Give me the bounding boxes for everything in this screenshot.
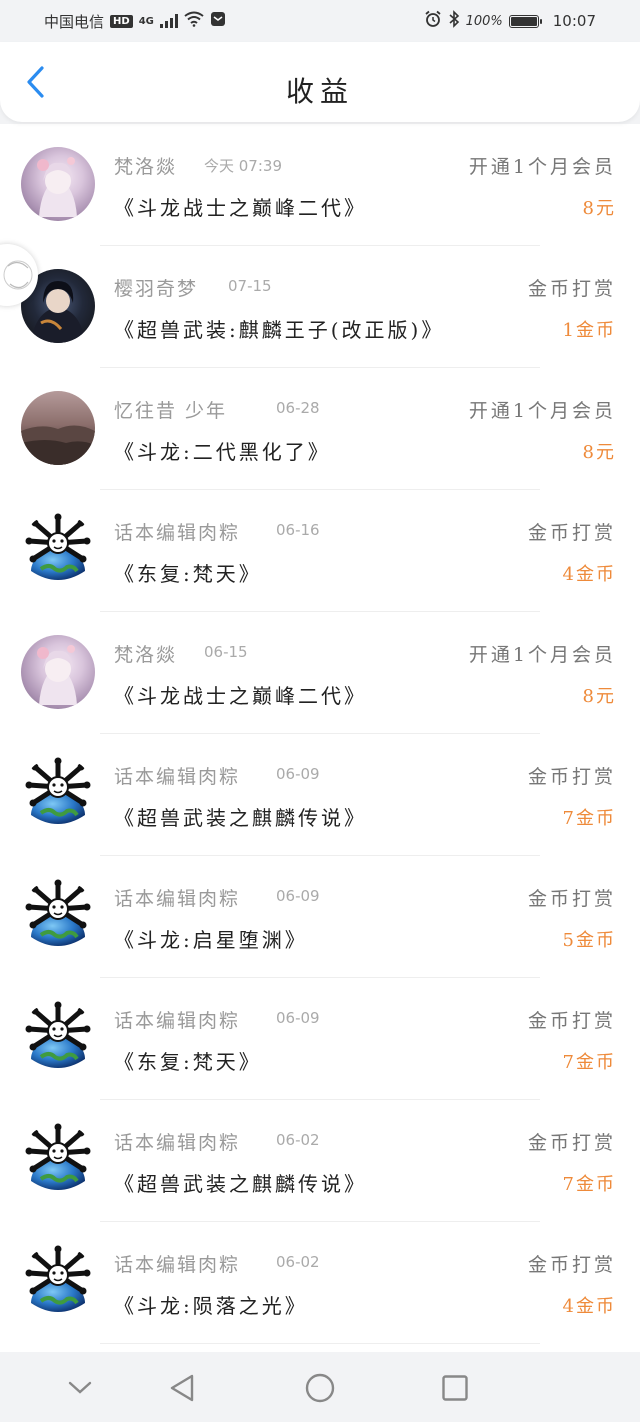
earning-row[interactable]: 梵洛燚 06-15 开通1个月会员《斗龙战士之巅峰二代》 8元 — [0, 612, 640, 734]
page-title: 收益 — [285, 75, 354, 108]
user-name: 话本编辑肉粽 — [114, 1254, 241, 1276]
home-circle-icon — [305, 1373, 335, 1403]
status-bar: 中国电信 HD 4G 100% 10:07 — [0, 0, 640, 42]
earning-row[interactable]: 话本编辑肉粽 06-09 金币打赏《斗龙:启星堕渊》 5金币 — [0, 856, 640, 978]
reward-type: 金币打赏 — [527, 522, 616, 544]
earning-row[interactable]: 梵洛燚 今天 07:39 开通1个月会员《斗龙战士之巅峰二代》 8元 — [0, 124, 640, 246]
user-name: 话本编辑肉粽 — [114, 522, 241, 544]
user-avatar[interactable] — [21, 879, 95, 953]
earning-amount: 1金币 — [562, 320, 616, 341]
notification-icon — [210, 11, 226, 31]
user-avatar[interactable] — [21, 513, 95, 587]
user-name: 话本编辑肉粽 — [114, 1010, 241, 1032]
user-name: 忆往昔 少年 — [114, 400, 228, 422]
earning-row[interactable]: 忆往昔 少年 06-28 开通1个月会员《斗龙:二代黑化了》 8元 — [0, 368, 640, 490]
carrier-label: 中国电信 — [44, 12, 105, 31]
record-date: 06-09 — [276, 1009, 320, 1027]
book-title[interactable]: 《斗龙战士之巅峰二代》 — [114, 192, 367, 221]
book-title[interactable]: 《超兽武装:麒麟王子(改正版)》 — [114, 314, 444, 343]
nav-recent-button[interactable] — [435, 1368, 475, 1408]
status-right: 100% 10:07 — [424, 10, 596, 32]
system-nav-bar — [0, 1352, 640, 1422]
record-date: 06-15 — [204, 643, 248, 661]
book-title[interactable]: 《超兽武装之麒麟传说》 — [114, 802, 367, 831]
back-triangle-icon — [170, 1374, 194, 1402]
book-title[interactable]: 《斗龙战士之巅峰二代》 — [114, 680, 367, 709]
nav-collapse-button[interactable] — [60, 1368, 100, 1408]
reward-type: 开通1个月会员 — [468, 400, 616, 422]
user-avatar[interactable] — [21, 391, 95, 465]
user-name: 梵洛燚 — [114, 644, 178, 666]
chevron-down-icon — [68, 1381, 92, 1394]
battery-percent: 100% — [465, 13, 503, 29]
reward-type: 金币打赏 — [527, 1132, 616, 1154]
earning-amount: 7金币 — [562, 808, 616, 829]
alarm-icon — [424, 10, 442, 32]
reward-type: 金币打赏 — [527, 766, 616, 788]
user-avatar[interactable] — [21, 635, 95, 709]
status-left: 中国电信 HD 4G — [44, 11, 226, 32]
user-avatar[interactable] — [21, 1123, 95, 1197]
record-date: 06-28 — [276, 399, 320, 417]
earning-row[interactable]: 话本编辑肉粽 06-09 金币打赏《东复:梵天》 7金币 — [0, 978, 640, 1100]
reward-type: 金币打赏 — [527, 278, 616, 300]
earning-row[interactable]: 话本编辑肉粽 06-16 金币打赏《东复:梵天》 4金币 — [0, 490, 640, 612]
user-avatar[interactable] — [21, 147, 95, 221]
earning-amount: 5金币 — [562, 930, 616, 951]
user-avatar[interactable] — [21, 1245, 95, 1319]
earning-amount: 7金币 — [562, 1052, 616, 1073]
earning-row[interactable]: 话本编辑肉粽 06-02 金币打赏《斗龙:陨落之光》 4金币 — [0, 1222, 640, 1344]
battery-icon — [508, 14, 542, 28]
user-name: 樱羽奇梦 — [114, 278, 199, 300]
reward-type: 开通1个月会员 — [468, 156, 616, 178]
bluetooth-icon — [448, 10, 460, 32]
record-date: 06-02 — [276, 1131, 320, 1149]
earning-row[interactable]: 话本编辑肉粽 06-09 金币打赏《超兽武装之麒麟传说》 7金币 — [0, 734, 640, 856]
record-date: 07-15 — [228, 277, 272, 295]
wifi-icon — [184, 11, 204, 31]
earning-amount: 4金币 — [562, 564, 616, 585]
reward-type: 金币打赏 — [527, 1254, 616, 1276]
clock: 10:07 — [552, 12, 596, 30]
book-title[interactable]: 《东复:梵天》 — [114, 1046, 262, 1075]
user-name: 话本编辑肉粽 — [114, 1132, 241, 1154]
book-title[interactable]: 《超兽武装之麒麟传说》 — [114, 1168, 367, 1197]
user-avatar[interactable] — [21, 1001, 95, 1075]
earning-amount: 4金币 — [562, 1296, 616, 1317]
user-name: 梵洛燚 — [114, 156, 178, 178]
reward-type: 开通1个月会员 — [468, 644, 616, 666]
reward-type: 金币打赏 — [527, 1010, 616, 1032]
user-avatar[interactable] — [21, 757, 95, 831]
network-label: 4G — [138, 15, 154, 27]
header: 收益 — [0, 42, 640, 122]
earning-amount: 7金币 — [562, 1174, 616, 1195]
record-date: 06-09 — [276, 887, 320, 905]
user-name: 话本编辑肉粽 — [114, 888, 241, 910]
earning-row[interactable]: 话本编辑肉粽 06-02 金币打赏《超兽武装之麒麟传说》 7金币 — [0, 1100, 640, 1222]
earnings-list: 梵洛燚 今天 07:39 开通1个月会员 《斗龙战士之巅峰二代》 8元 樱羽奇梦 07-15… — [0, 124, 640, 1344]
book-title[interactable]: 《斗龙:二代黑化了》 — [114, 436, 331, 465]
record-date: 06-16 — [276, 521, 320, 539]
earning-amount: 8元 — [582, 198, 616, 219]
book-title[interactable]: 《东复:梵天》 — [114, 558, 262, 587]
signal-icon — [159, 14, 178, 28]
battery-fill — [510, 16, 537, 26]
record-date: 今天 07:39 — [204, 157, 282, 175]
earning-amount: 8元 — [582, 442, 616, 463]
nav-back-button[interactable] — [162, 1368, 202, 1408]
hd-badge: HD — [110, 14, 133, 28]
record-date: 06-09 — [276, 765, 320, 783]
recent-square-icon — [442, 1375, 468, 1401]
book-title[interactable]: 《斗龙:启星堕渊》 — [114, 924, 308, 953]
earning-amount: 8元 — [582, 686, 616, 707]
earning-row[interactable]: 樱羽奇梦 07-15 金币打赏《超兽武装:麒麟王子(改正版)》 1金币 — [0, 246, 640, 368]
header-wrap: 收益 — [0, 42, 640, 124]
user-name: 话本编辑肉粽 — [114, 766, 241, 788]
nav-home-button[interactable] — [300, 1368, 340, 1408]
book-title[interactable]: 《斗龙:陨落之光》 — [114, 1290, 308, 1319]
reward-type: 金币打赏 — [527, 888, 616, 910]
record-date: 06-02 — [276, 1253, 320, 1271]
